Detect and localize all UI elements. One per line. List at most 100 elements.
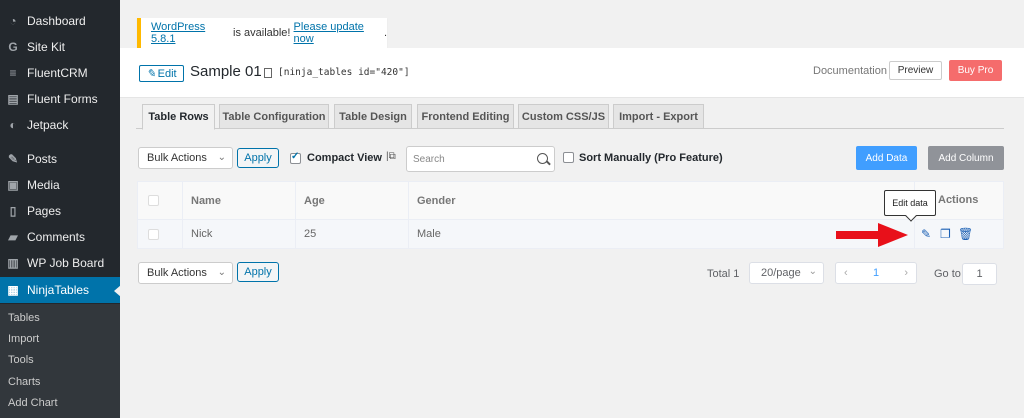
- table-header-row: Name Age Gender: [138, 182, 1003, 220]
- sidebar-item-wp-job-board[interactable]: ▥ WP Job Board: [0, 250, 120, 276]
- sidebar-item-ninjatables[interactable]: ▦ NinjaTables: [0, 277, 121, 303]
- ninjatables-submenu: Tables Import Tools Charts Add Chart: [0, 304, 120, 418]
- prev-page-icon[interactable]: ‹: [844, 267, 848, 279]
- sidebar-item-site-kit[interactable]: G Site Kit: [0, 34, 120, 60]
- document-icon: [264, 67, 272, 78]
- current-page[interactable]: 1: [873, 267, 879, 279]
- tab-table-rows[interactable]: Table Rows: [142, 104, 215, 130]
- edit-label: Edit: [157, 67, 177, 80]
- add-column-button[interactable]: Add Column: [928, 146, 1004, 170]
- compact-view-checkbox[interactable]: [290, 151, 301, 164]
- sidebar-item-label: Media: [27, 178, 60, 192]
- tab-frontend-editing[interactable]: Frontend Editing: [417, 104, 514, 129]
- add-data-button[interactable]: Add Data: [856, 146, 917, 170]
- submenu-item-import[interactable]: Import: [8, 333, 39, 345]
- search-input[interactable]: Search: [406, 146, 555, 172]
- bulk-actions-value: Bulk Actions: [147, 152, 207, 164]
- jobboard-icon: ▥: [7, 256, 19, 270]
- sidebar-item-label: Comments: [27, 230, 86, 244]
- sitekit-icon: G: [8, 40, 18, 54]
- sidebar-item-fluentcrm[interactable]: ≡ FluentCRM: [0, 60, 120, 86]
- column-header-actions: Actions: [938, 194, 979, 206]
- tab-table-configuration[interactable]: Table Configuration: [219, 104, 329, 129]
- submenu-item-charts[interactable]: Charts: [8, 376, 40, 388]
- sidebar-item-pages[interactable]: ▯ Pages: [0, 198, 120, 224]
- sidebar-item-label: Jetpack: [27, 118, 69, 132]
- sidebar-item-media[interactable]: ▣ Media: [0, 172, 120, 198]
- select-all-checkbox[interactable]: [148, 195, 159, 206]
- shortcode-text: [ninja_tables id="420"]: [278, 67, 410, 78]
- pencil-icon: ✎: [146, 68, 156, 80]
- tab-table-design[interactable]: Table Design: [334, 104, 412, 129]
- bulk-actions-value: Bulk Actions: [147, 267, 207, 279]
- cell-age: 25: [304, 228, 317, 240]
- delete-icon[interactable]: 🗑: [958, 227, 973, 241]
- row-checkbox[interactable]: [148, 229, 159, 240]
- buy-pro-button[interactable]: Buy Pro: [949, 60, 1002, 81]
- chevron-down-icon: ⌄: [808, 266, 817, 277]
- sort-manually-checkbox[interactable]: [563, 152, 574, 163]
- page-title: Sample 01: [190, 63, 262, 80]
- apply-button[interactable]: Apply: [237, 148, 279, 168]
- sort-manually-label: Sort Manually (Pro Feature): [579, 152, 723, 164]
- media-icon: ▣: [7, 178, 19, 192]
- chevron-down-icon: ⌄: [217, 152, 226, 163]
- next-page-icon[interactable]: ›: [904, 267, 908, 279]
- total-count: Total 1: [707, 268, 740, 280]
- cell-gender: Male: [417, 228, 441, 240]
- sidebar-item-comments[interactable]: ▰ Comments: [0, 224, 120, 250]
- sidebar-item-fluent-forms[interactable]: ▤ Fluent Forms: [0, 86, 120, 112]
- jetpack-icon: ◐: [9, 118, 17, 132]
- edit-title-button[interactable]: ✎ Edit: [139, 65, 184, 82]
- ninjatables-icon: ▦: [7, 283, 19, 297]
- preview-button[interactable]: Preview: [889, 61, 942, 80]
- sidebar-item-jetpack[interactable]: ◐ Jetpack: [0, 112, 120, 138]
- sidebar-item-label: Posts: [27, 152, 58, 166]
- pages-icon: ▯: [9, 204, 17, 218]
- page-size-select[interactable]: 20/page ⌄: [749, 262, 824, 284]
- sidebar-item-label: FluentCRM: [27, 66, 88, 80]
- external-link-icon[interactable]: |⧉: [386, 151, 396, 162]
- column-header-gender[interactable]: Gender: [417, 195, 456, 207]
- posts-icon: ✎: [7, 152, 19, 166]
- submenu-item-add-chart[interactable]: Add Chart: [8, 397, 58, 409]
- dashboard-icon: ◔: [9, 14, 17, 28]
- chevron-down-icon: ⌄: [217, 267, 226, 278]
- notice-end: .: [383, 27, 387, 39]
- compact-view-label: Compact View: [307, 152, 382, 164]
- sidebar-item-label: Pages: [27, 204, 62, 218]
- fluentforms-icon: ▤: [7, 92, 19, 106]
- sidebar-item-label: Dashboard: [27, 14, 86, 28]
- submenu-item-tables[interactable]: Tables: [8, 312, 40, 324]
- column-header-name[interactable]: Name: [191, 195, 221, 207]
- shortcode-display[interactable]: [ninja_tables id="420"]: [264, 67, 410, 78]
- sidebar-item-label: NinjaTables: [27, 283, 90, 297]
- bulk-actions-select-bottom[interactable]: Bulk Actions ⌄: [138, 262, 233, 284]
- sidebar-item-posts[interactable]: ✎ Posts: [0, 146, 120, 172]
- bulk-actions-select[interactable]: Bulk Actions ⌄: [138, 147, 233, 169]
- tab-custom-css-js[interactable]: Custom CSS/JS: [518, 104, 609, 129]
- page-size-value: 20/page: [761, 267, 801, 279]
- documentation-link[interactable]: Documentation: [813, 65, 887, 77]
- active-indicator: [114, 285, 121, 297]
- apply-button-bottom[interactable]: Apply: [237, 262, 279, 282]
- submenu-item-tools[interactable]: Tools: [8, 354, 34, 366]
- edit-data-tooltip: Edit data: [884, 190, 936, 216]
- column-divider: [182, 182, 183, 248]
- sidebar-item-label: WP Job Board: [27, 256, 105, 270]
- sidebar-item-label: Site Kit: [27, 40, 66, 54]
- sidebar-item-label: Fluent Forms: [27, 92, 98, 106]
- sidebar-item-dashboard[interactable]: ◔ Dashboard: [0, 8, 120, 34]
- update-notice: WordPress 5.8.1 is available! Please upd…: [137, 18, 387, 48]
- duplicate-icon[interactable]: ❐: [940, 227, 951, 241]
- edit-icon[interactable]: ✎: [921, 227, 931, 241]
- cell-name: Nick: [191, 228, 213, 240]
- update-now-link[interactable]: Please update now: [294, 21, 384, 45]
- search-placeholder: Search: [413, 153, 445, 165]
- tab-import-export[interactable]: Import - Export: [613, 104, 704, 129]
- goto-page-input[interactable]: 1: [962, 263, 997, 285]
- column-header-age[interactable]: Age: [304, 195, 325, 207]
- admin-sidebar: ◔ Dashboard G Site Kit ≡ FluentCRM ▤ Flu…: [0, 0, 121, 418]
- comments-icon: ▰: [8, 230, 18, 244]
- wordpress-version-link[interactable]: WordPress 5.8.1: [151, 21, 230, 45]
